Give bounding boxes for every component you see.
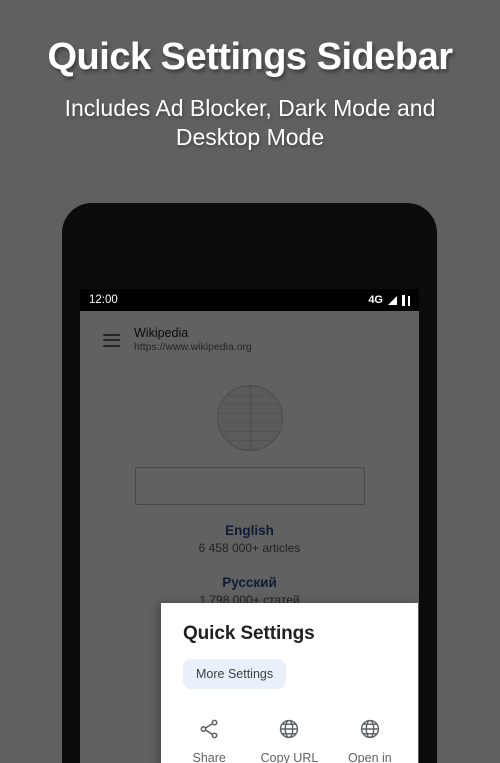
page-title-label: Wikipedia bbox=[134, 325, 189, 340]
quick-settings-grid: Share Copy URL Open in bbox=[161, 689, 418, 763]
quick-action-share[interactable]: Share bbox=[169, 707, 249, 763]
list-item[interactable]: English 6 458 000+ articles bbox=[80, 522, 419, 557]
url-bar[interactable]: Wikipedia https://www.wikipedia.org bbox=[134, 326, 252, 354]
quick-action-label: Share bbox=[192, 751, 226, 763]
phone-screen: 12:00 4G Wikipedia https://www.wikipedia… bbox=[80, 289, 419, 763]
page-url-label: https://www.wikipedia.org bbox=[134, 341, 252, 354]
quick-action-open-in-browser[interactable]: Open in browser bbox=[330, 707, 410, 763]
phone-device-frame: 12:00 4G Wikipedia https://www.wikipedia… bbox=[62, 203, 437, 763]
more-settings-button[interactable]: More Settings bbox=[183, 659, 287, 689]
status-bar-indicators: 4G bbox=[368, 294, 410, 306]
language-name[interactable]: English bbox=[80, 522, 419, 540]
quick-action-label: Copy URL bbox=[260, 751, 319, 763]
language-name[interactable]: Русский bbox=[80, 574, 419, 592]
battery-icon bbox=[402, 294, 410, 306]
network-type-label: 4G bbox=[368, 294, 383, 306]
quick-action-copy-url[interactable]: Copy URL bbox=[249, 707, 329, 763]
quick-settings-sidebar: Quick Settings More Settings Share Copy … bbox=[161, 603, 418, 763]
browser-toolbar[interactable]: Wikipedia https://www.wikipedia.org bbox=[88, 319, 411, 361]
language-article-count: 6 458 000+ articles bbox=[198, 541, 301, 556]
status-bar-clock: 12:00 bbox=[89, 294, 118, 306]
quick-settings-title: Quick Settings bbox=[183, 623, 315, 644]
globe-icon bbox=[278, 717, 300, 741]
quick-action-label: Open in browser bbox=[347, 751, 392, 763]
signal-bars-icon bbox=[388, 295, 397, 305]
promo-header: Quick Settings Sidebar Includes Ad Block… bbox=[0, 0, 500, 153]
more-settings-row: More Settings bbox=[161, 645, 418, 689]
quick-settings-scroll-area[interactable]: Quick Settings More Settings Share Copy … bbox=[161, 603, 418, 763]
share-icon bbox=[198, 717, 220, 741]
globe-icon bbox=[359, 717, 381, 741]
page-title: Quick Settings Sidebar bbox=[47, 36, 454, 78]
hamburger-menu-icon[interactable] bbox=[94, 323, 128, 357]
status-bar: 12:00 4G bbox=[80, 289, 419, 311]
search-input[interactable] bbox=[134, 467, 365, 505]
wikipedia-globe-icon bbox=[216, 385, 283, 451]
promo-subtitle: Includes Ad Blocker, Dark Mode and Deskt… bbox=[64, 94, 436, 151]
